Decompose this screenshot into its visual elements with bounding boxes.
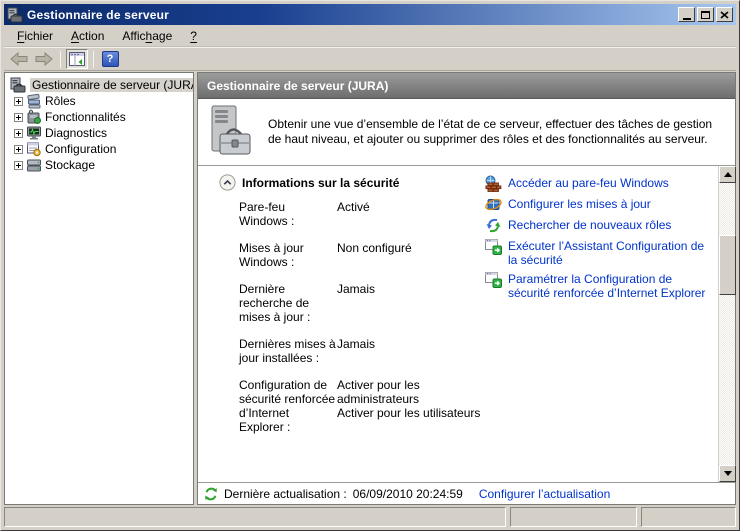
back-icon (10, 52, 28, 66)
refresh-bar: Dernière actualisation : 06/09/2010 20:2… (198, 482, 735, 504)
maximize-button[interactable] (697, 7, 714, 22)
link-security-wizard[interactable]: Exécuter l’Assistant Configuration de la… (485, 238, 721, 267)
security-wizard-icon (485, 238, 502, 255)
chevron-up-icon (219, 174, 236, 191)
section-title: Informations sur la sécurité (242, 176, 399, 190)
security-links: Accéder au pare-feu Windows Configurer l… (485, 175, 721, 300)
tree-item-fonctionnalites[interactable]: Fonctionnalités (5, 109, 193, 125)
expand-icon[interactable] (14, 145, 23, 154)
maximize-icon (701, 11, 710, 19)
menu-action[interactable]: Action (62, 27, 113, 45)
row-ie-esc: Configuration de sécurité renforcée d’In… (239, 378, 503, 434)
help-icon: ? (102, 51, 119, 67)
status-cell (4, 507, 506, 527)
scroll-down-button[interactable] (719, 465, 736, 482)
security-rows: Pare-feu Windows : Activé Mises à jour W… (239, 200, 503, 447)
arrow-down-icon (724, 471, 732, 476)
last-refresh-time: 06/09/2010 20:24:59 (353, 487, 463, 501)
new-roles-icon (485, 217, 502, 234)
expand-icon[interactable] (14, 97, 23, 106)
tree-root-label: Gestionnaire de serveur (JURA) (30, 78, 194, 92)
menu-aide[interactable]: ? (181, 27, 206, 45)
minimize-icon (683, 18, 691, 20)
forward-button[interactable] (33, 49, 55, 69)
menubar: Fichier Action Affichage ? (4, 25, 736, 47)
titlebar[interactable]: Gestionnaire de serveur (4, 4, 736, 25)
vertical-scrollbar[interactable] (718, 166, 735, 482)
content-header: Gestionnaire de serveur (JURA) (198, 73, 735, 99)
roles-icon (26, 93, 42, 109)
console-tree: Gestionnaire de serveur (JURA) Rôles (4, 72, 194, 505)
features-icon (26, 109, 42, 125)
tree-item-roles[interactable]: Rôles (5, 93, 193, 109)
diagnostics-icon (26, 125, 42, 141)
status-cell (641, 507, 736, 527)
toolbar: ? (4, 47, 736, 71)
minimize-button[interactable] (678, 7, 695, 22)
statusbar (4, 507, 736, 527)
configuration-icon (26, 141, 42, 157)
help-button[interactable]: ? (99, 49, 121, 69)
back-button[interactable] (8, 49, 30, 69)
expand-icon[interactable] (14, 129, 23, 138)
content-pane: Gestionnaire de serveur (JURA) (197, 72, 736, 505)
configure-refresh-link[interactable]: Configurer l’actualisation (479, 487, 610, 501)
show-console-tree-button[interactable] (66, 49, 88, 69)
row-last-installed: Dernières mises à jour installées : Jama… (239, 337, 503, 365)
close-icon (720, 11, 729, 19)
last-refresh-label: Dernière actualisation : (224, 487, 347, 501)
toolbar-separator (60, 51, 61, 68)
firewall-icon (485, 175, 502, 192)
menu-affichage[interactable]: Affichage (113, 27, 181, 45)
scroll-up-button[interactable] (719, 166, 736, 183)
tree-root[interactable]: Gestionnaire de serveur (JURA) (5, 76, 193, 93)
security-wizard-icon (485, 271, 502, 288)
collapse-section-button[interactable] (219, 174, 236, 191)
windows-update-icon (485, 196, 502, 213)
scrollbar-thumb[interactable] (719, 235, 736, 295)
show-console-tree-icon (69, 52, 85, 66)
menu-fichier[interactable]: Fichier (8, 27, 62, 45)
link-ie-esc[interactable]: Paramétrer la Configuration de sécurité … (485, 271, 721, 300)
refresh-icon (204, 487, 218, 501)
arrow-up-icon (724, 172, 732, 177)
content-header-title: Gestionnaire de serveur (JURA) (207, 79, 388, 93)
status-cell (510, 507, 637, 527)
app-icon (7, 7, 23, 23)
tree-item-configuration[interactable]: Configuration (5, 141, 193, 157)
security-section: Informations sur la sécurité Pare-feu Wi… (198, 166, 735, 482)
forward-icon (35, 52, 53, 66)
overview-text: Obtenir une vue d’ensemble de l’état de … (268, 117, 721, 147)
server-toolbox-icon (208, 104, 254, 160)
tree-item-stockage[interactable]: Stockage (5, 157, 193, 173)
tree-item-diagnostics[interactable]: Diagnostics (5, 125, 193, 141)
row-windows-update: Mises à jour Windows : Non configuré (239, 241, 503, 269)
link-new-roles[interactable]: Rechercher de nouveaux rôles (485, 217, 721, 234)
server-manager-icon (10, 77, 26, 93)
window-title: Gestionnaire de serveur (27, 8, 674, 22)
overview-banner: Obtenir une vue d’ensemble de l’état de … (198, 99, 735, 166)
row-last-check: Dernière recherche de mises à jour : Jam… (239, 282, 503, 324)
window: Gestionnaire de serveur Fichier Action A… (0, 0, 740, 531)
link-firewall[interactable]: Accéder au pare-feu Windows (485, 175, 721, 192)
close-button[interactable] (716, 7, 733, 22)
expand-icon[interactable] (14, 113, 23, 122)
expand-icon[interactable] (14, 161, 23, 170)
row-firewall: Pare-feu Windows : Activé (239, 200, 503, 228)
storage-icon (26, 157, 42, 173)
main-area: Gestionnaire de serveur (JURA) Rôles (4, 72, 736, 505)
link-configure-updates[interactable]: Configurer les mises à jour (485, 196, 721, 213)
toolbar-separator (93, 51, 94, 68)
